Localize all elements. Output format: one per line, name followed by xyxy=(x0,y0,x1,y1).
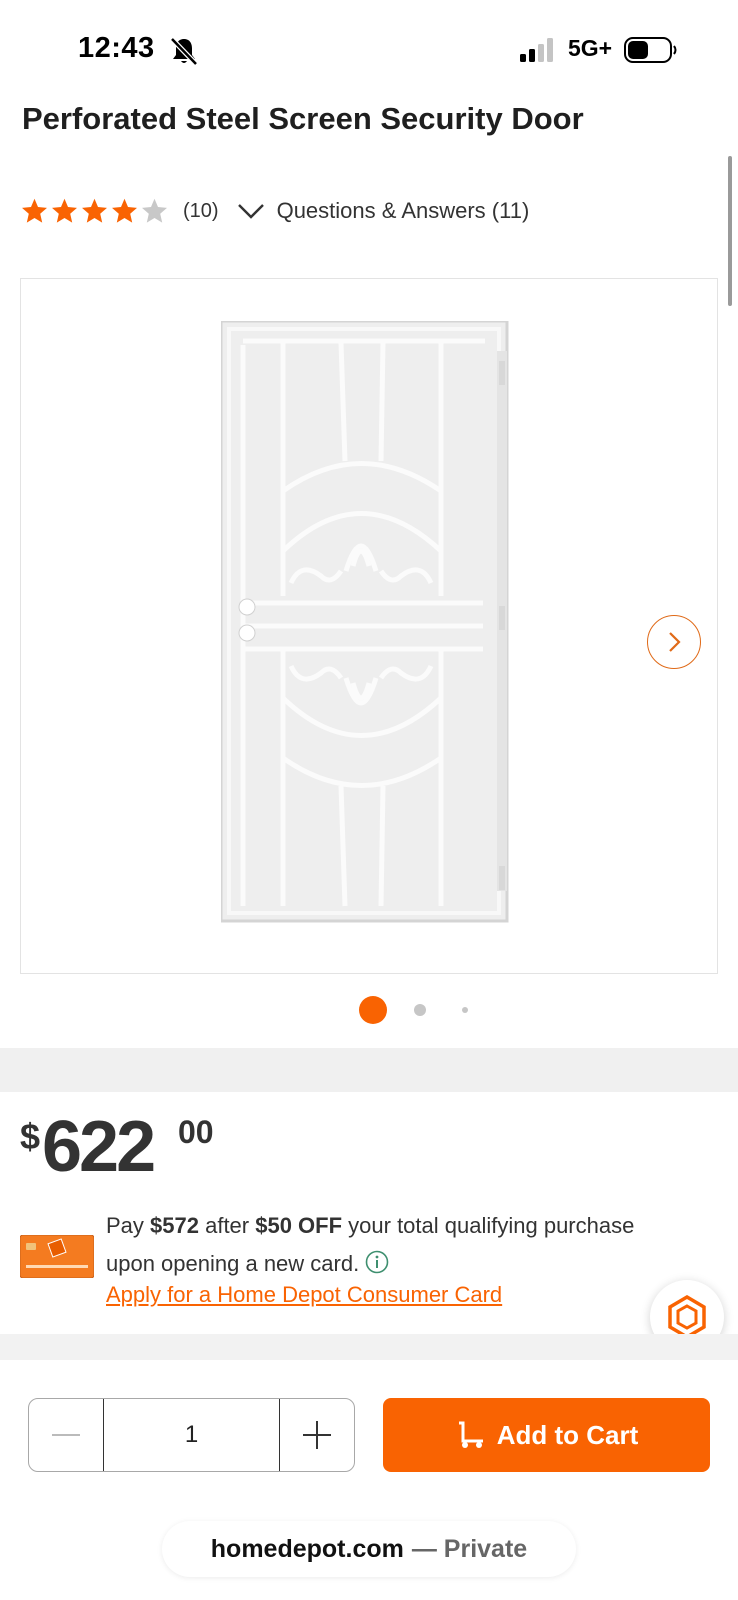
price-cents: 00 xyxy=(178,1114,214,1150)
quantity-stepper: 1 xyxy=(28,1398,355,1472)
promo-text-part: after xyxy=(198,1213,256,1238)
promo-text-part: Pay xyxy=(106,1213,151,1238)
promo-discount: $50 OFF xyxy=(255,1213,343,1238)
minus-icon xyxy=(52,1434,80,1436)
bell-slash-icon xyxy=(170,37,198,66)
add-to-cart-label: Add to Cart xyxy=(496,1419,639,1450)
promo-amount: $572 xyxy=(150,1213,199,1238)
private-mode-label: — Private xyxy=(411,1534,528,1563)
signal-icon xyxy=(520,38,553,62)
carousel-dot[interactable] xyxy=(462,1007,468,1013)
battery-icon xyxy=(624,37,677,63)
section-divider xyxy=(0,1048,738,1092)
status-time: 12:43 xyxy=(78,32,155,64)
price-dollars: 622 xyxy=(42,1107,156,1187)
network-label: 5G+ xyxy=(568,35,613,61)
promo-text-part: your total qualifying purchase xyxy=(342,1213,635,1238)
card-promo-text: Pay $572 after $50 OFF your total qualif… xyxy=(106,1207,706,1283)
price-currency: $ xyxy=(20,1116,41,1157)
info-icon[interactable] xyxy=(365,1250,389,1274)
chevron-down-icon[interactable] xyxy=(237,201,265,221)
scrollbar[interactable] xyxy=(728,156,732,306)
home-depot-credit-card-image xyxy=(20,1235,94,1278)
star-full-icon xyxy=(52,198,77,223)
apply-card-link[interactable]: Apply for a Home Depot Consumer Card xyxy=(106,1282,502,1308)
security-door-image[interactable] xyxy=(221,321,521,933)
product-image-carousel[interactable] xyxy=(20,278,718,974)
url-domain: homedepot.com xyxy=(210,1534,404,1563)
star-rating[interactable] xyxy=(20,197,169,225)
magic-apron-icon xyxy=(668,1295,706,1339)
browser-url-bar[interactable]: homedepot.com — Private xyxy=(162,1521,576,1577)
carousel-dot[interactable] xyxy=(414,1004,426,1016)
star-full-icon xyxy=(112,198,137,223)
questions-answers-link[interactable]: Questions & Answers (11) xyxy=(277,198,530,224)
status-bar: 12:43 5G+ xyxy=(0,0,738,96)
carousel-dot-active[interactable] xyxy=(359,996,387,1024)
add-to-cart-button[interactable]: Add to Cart xyxy=(383,1398,710,1472)
chevron-right-icon xyxy=(669,632,681,652)
carousel-next-button[interactable] xyxy=(647,615,701,669)
cart-dolly-icon xyxy=(458,1421,483,1448)
section-divider xyxy=(0,1334,738,1360)
star-full-icon xyxy=(22,198,47,223)
quantity-input[interactable]: 1 xyxy=(103,1399,280,1471)
rating-row: (10) Questions & Answers (11) xyxy=(20,196,529,226)
quantity-decrease-button[interactable] xyxy=(29,1399,103,1471)
plus-icon xyxy=(303,1421,331,1449)
star-full-icon xyxy=(82,198,107,223)
promo-text-part: upon opening a new card. xyxy=(106,1251,360,1276)
star-empty-icon xyxy=(142,198,167,223)
carousel-pagination xyxy=(0,996,738,1026)
review-count[interactable]: (10) xyxy=(183,200,219,223)
product-title: Perforated Steel Screen Security Door xyxy=(22,101,584,136)
quantity-increase-button[interactable] xyxy=(280,1399,354,1471)
